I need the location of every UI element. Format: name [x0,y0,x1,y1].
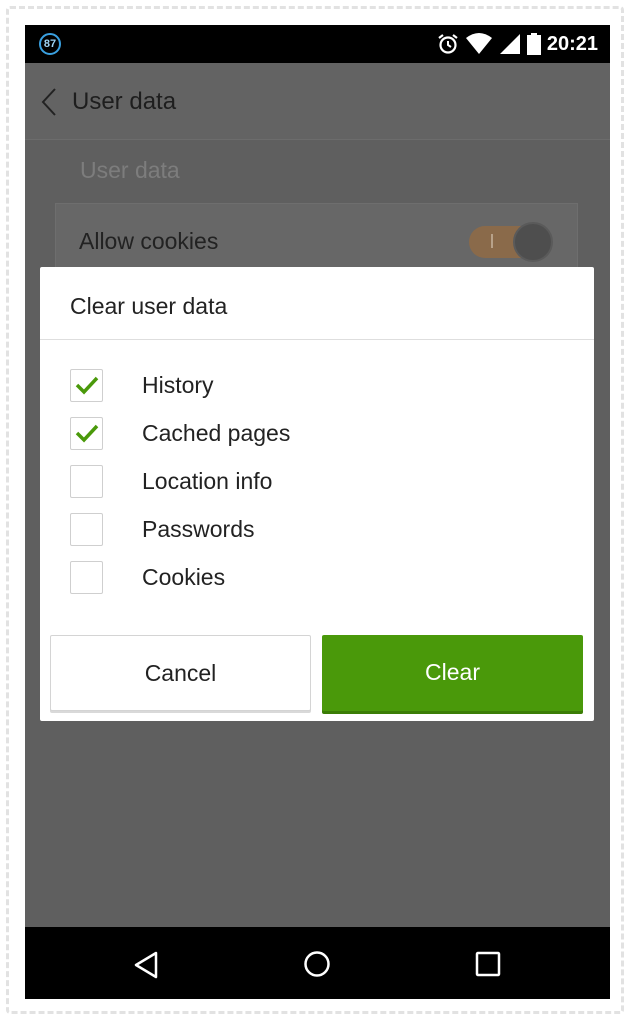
dialog-divider [40,339,594,340]
status-bar: 87 20:21 [25,25,610,63]
notification-badge: 87 [39,33,61,55]
nav-back-icon[interactable] [133,951,159,979]
clear-button[interactable]: Clear [322,635,583,711]
section-label: User data [80,157,180,183]
battery-icon [526,33,541,55]
option-history[interactable]: History [70,369,550,405]
checkbox-location-info[interactable] [70,465,103,498]
option-cached-pages[interactable]: Cached pages [70,417,550,453]
toggle-thumb [513,222,553,262]
app-bar: User data [25,63,610,140]
option-label: Cookies [142,564,226,590]
alarm-icon [438,34,458,54]
option-cookies[interactable]: Cookies [70,561,550,597]
nav-home-icon[interactable] [303,950,331,978]
toggle-on-mark [491,234,493,248]
allow-cookies-toggle[interactable] [469,222,553,262]
clear-user-data-dialog: Clear user data History Cached pages Loc… [40,267,594,721]
nav-recents-icon[interactable] [475,951,501,977]
cancel-button[interactable]: Cancel [50,635,311,711]
checkbox-cached-pages[interactable] [70,417,103,450]
phone-screen: 87 20:21 User data User data Allow cooki… [25,25,610,999]
dialog-title: Clear user data [70,293,228,319]
option-label: Passwords [142,516,255,542]
navigation-bar [25,927,610,999]
page-title: User data [72,88,177,115]
option-label: Location info [142,468,273,494]
checkmark-icon [75,424,99,443]
wifi-icon [465,33,492,54]
option-passwords[interactable]: Passwords [70,513,550,549]
checkbox-passwords[interactable] [70,513,103,546]
option-location-info[interactable]: Location info [70,465,550,501]
option-label: History [142,372,214,398]
allow-cookies-label: Allow cookies [79,228,219,254]
option-label: Cached pages [142,420,291,446]
signal-icon [499,34,520,54]
status-clock: 20:21 [546,32,598,55]
status-icons: 20:21 [437,31,598,57]
checkbox-cookies[interactable] [70,561,103,594]
checkmark-icon [75,376,99,395]
chevron-left-icon[interactable] [39,87,59,117]
checkbox-history[interactable] [70,369,103,402]
